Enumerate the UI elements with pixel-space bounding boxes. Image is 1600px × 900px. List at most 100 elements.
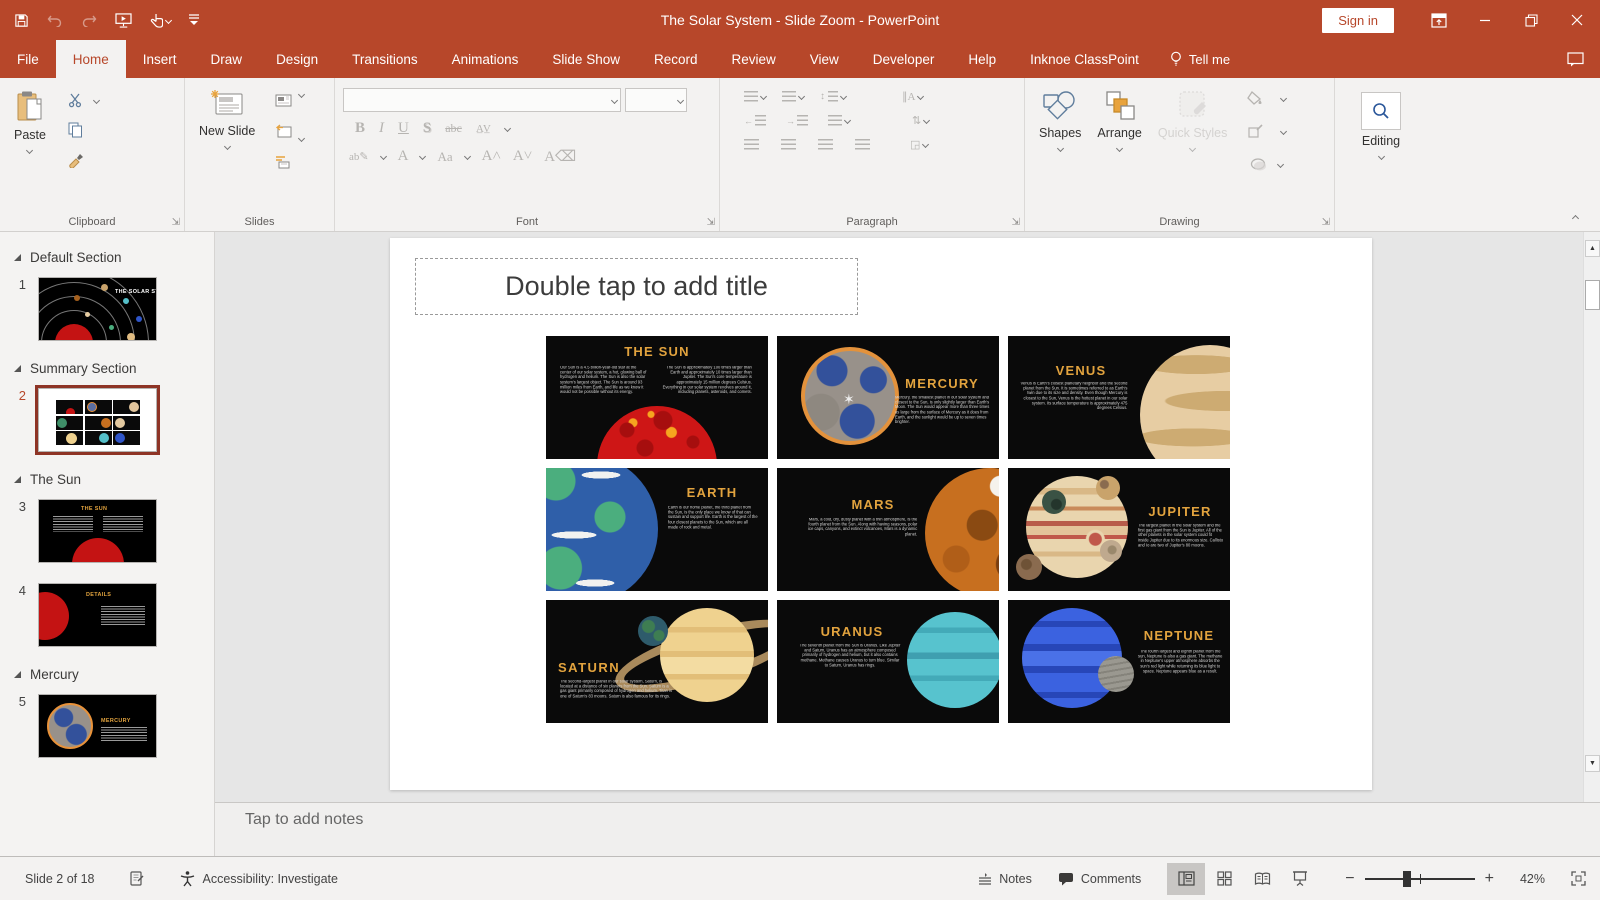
section-button[interactable] (271, 150, 295, 174)
sign-in-button[interactable]: Sign in (1322, 8, 1394, 33)
italic-button[interactable]: I (379, 120, 384, 137)
slide-show-view-button[interactable] (1281, 863, 1319, 895)
accessibility-checker-button[interactable]: Accessibility: Investigate (179, 870, 338, 887)
shape-outline-button[interactable] (1243, 119, 1267, 143)
close-button[interactable] (1554, 0, 1600, 40)
tile-the-sun[interactable]: THE SUN Our Sun is a 4.5 billion-year-ol… (546, 336, 768, 459)
tab-view[interactable]: View (793, 40, 856, 78)
tab-animations[interactable]: Animations (435, 40, 536, 78)
section-header-the-sun[interactable]: The Sun (0, 466, 214, 493)
tile-earth[interactable]: EARTH Earth is our home planet, the thir… (546, 468, 768, 591)
convert-to-smartart-button[interactable]: ◲ (910, 138, 928, 151)
tab-help[interactable]: Help (951, 40, 1013, 78)
notes-toggle-button[interactable]: Notes (978, 872, 1032, 886)
zoom-slider-thumb[interactable] (1403, 871, 1411, 887)
quick-styles-button[interactable]: Quick Styles (1150, 84, 1235, 176)
case-dropdown-icon[interactable] (464, 153, 471, 160)
font-color-button[interactable]: A (398, 148, 409, 165)
format-painter-button[interactable] (64, 148, 88, 172)
justify-button[interactable] (855, 139, 870, 150)
highlight-color-button[interactable]: ab✎ (349, 150, 369, 163)
tab-insert[interactable]: Insert (126, 40, 194, 78)
shape-effects-button[interactable] (1246, 152, 1270, 176)
arrange-button[interactable]: Arrange (1089, 84, 1149, 176)
section-header-summary[interactable]: Summary Section (0, 355, 214, 382)
strikethrough-button[interactable]: abc (445, 121, 462, 136)
bold-button[interactable]: B (355, 120, 365, 137)
scroll-down-button[interactable]: ▼ (1585, 755, 1600, 772)
scroll-up-button[interactable]: ▲ (1585, 240, 1600, 257)
decrease-font-size-button[interactable]: A˅ (513, 148, 532, 165)
comments-toggle-button[interactable]: Comments (1058, 872, 1141, 886)
tile-mars[interactable]: MARS Mars, a cold, dry, dusty planet wit… (777, 468, 999, 591)
clipboard-dialog-launcher[interactable]: ⇲ (172, 218, 180, 228)
zoom-out-button[interactable]: − (1345, 870, 1354, 888)
tab-transitions[interactable]: Transitions (335, 40, 435, 78)
align-text-button[interactable]: ⇅ (912, 114, 929, 127)
tile-uranus[interactable]: URANUS The seventh planet from the Sun i… (777, 600, 999, 723)
align-center-button[interactable] (781, 139, 796, 150)
drawing-dialog-launcher[interactable]: ⇲ (1322, 218, 1330, 228)
font-name-combobox[interactable] (343, 88, 621, 112)
cut-button[interactable] (64, 88, 88, 112)
text-shadow-button[interactable]: S (423, 120, 431, 137)
align-right-button[interactable] (818, 139, 833, 150)
normal-view-button[interactable] (1167, 863, 1205, 895)
font-color-dropdown-icon[interactable] (419, 153, 426, 160)
font-dialog-launcher[interactable]: ⇲ (707, 218, 715, 228)
reset-slide-button[interactable] (271, 119, 295, 143)
new-slide-button[interactable]: New Slide (191, 84, 263, 174)
tab-developer[interactable]: Developer (856, 40, 952, 78)
spacing-dropdown-icon[interactable] (504, 125, 511, 132)
text-direction-button[interactable]: ∥A (902, 90, 923, 103)
decrease-indent-button[interactable]: ← (744, 115, 766, 126)
zoom-slider[interactable] (1365, 878, 1475, 880)
change-case-button[interactable]: Aa (437, 149, 452, 165)
columns-button[interactable] (828, 115, 850, 126)
tile-jupiter[interactable]: JUPITER The largest planet in the solar … (1008, 468, 1230, 591)
touch-mouse-mode-icon[interactable] (150, 13, 171, 28)
character-spacing-button[interactable]: A̲V̲ (476, 123, 491, 135)
highlight-dropdown-icon[interactable] (380, 153, 387, 160)
slide-thumbnail-3[interactable]: THE SUN (38, 499, 157, 563)
section-header-mercury[interactable]: Mercury (0, 661, 214, 688)
tab-draw[interactable]: Draw (194, 40, 260, 78)
underline-button[interactable]: U (398, 120, 409, 137)
slide-thumbnail-4[interactable]: DETAILS (38, 583, 157, 647)
copy-dropdown-icon[interactable] (93, 97, 100, 104)
editing-button[interactable]: Editing (1341, 86, 1421, 165)
zoom-level[interactable]: 42% (1520, 872, 1545, 886)
collapse-ribbon-icon[interactable] (1572, 215, 1579, 222)
layout-dropdown-icon[interactable] (298, 91, 305, 98)
shape-fill-dropdown-icon[interactable] (1280, 94, 1287, 101)
shape-fill-button[interactable] (1243, 86, 1267, 110)
font-size-combobox[interactable] (625, 88, 687, 112)
section-header-default[interactable]: Default Section (0, 244, 214, 271)
tile-mercury[interactable]: ✶ MERCURY Mercury, the smallest planet i… (777, 336, 999, 459)
shape-effects-dropdown-icon[interactable] (1277, 160, 1284, 167)
minimize-button[interactable] (1462, 0, 1508, 40)
tell-me-button[interactable]: Tell me (1156, 40, 1244, 78)
scrollbar-thumb[interactable] (1585, 280, 1600, 310)
paragraph-dialog-launcher[interactable]: ⇲ (1012, 218, 1020, 228)
bullets-button[interactable] (744, 91, 766, 102)
tile-neptune[interactable]: NEPTUNE The fourth largest and eighth pl… (1008, 600, 1230, 723)
slide-sorter-view-button[interactable] (1205, 863, 1243, 895)
slide-thumbnail-1[interactable]: THE SOLAR SYSTEM (38, 277, 157, 341)
increase-indent-button[interactable]: → (786, 115, 808, 126)
notes-placeholder[interactable]: Tap to add notes (245, 811, 363, 829)
numbering-button[interactable] (782, 91, 804, 102)
tab-review[interactable]: Review (715, 40, 793, 78)
customize-qat-icon[interactable] (189, 14, 199, 26)
slide-thumbnail-5[interactable]: MERCURY (38, 694, 157, 758)
tab-file[interactable]: File (0, 40, 56, 78)
tile-venus[interactable]: VENUS Venus is Earth's closest planetary… (1008, 336, 1230, 459)
spell-check-button[interactable] (129, 871, 145, 887)
save-icon[interactable] (14, 13, 29, 28)
title-placeholder[interactable]: Double tap to add title (415, 258, 858, 315)
start-slideshow-icon[interactable] (115, 13, 132, 28)
shape-outline-dropdown-icon[interactable] (1280, 127, 1287, 134)
tab-design[interactable]: Design (259, 40, 335, 78)
align-left-button[interactable] (744, 139, 759, 150)
increase-font-size-button[interactable]: A˄ (482, 148, 501, 165)
